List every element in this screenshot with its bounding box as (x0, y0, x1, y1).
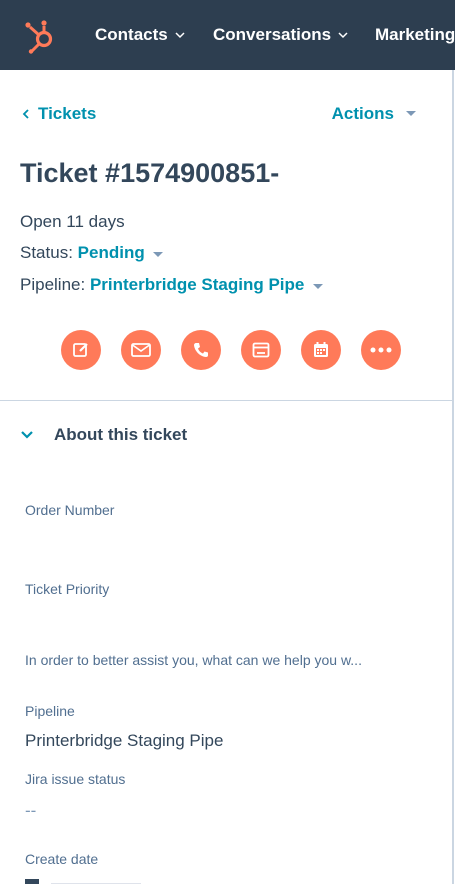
status-dropdown[interactable]: Pending (78, 243, 164, 262)
meeting-button[interactable] (301, 330, 341, 370)
call-button[interactable] (181, 330, 221, 370)
note-edit-icon (73, 343, 88, 357)
chevron-left-icon (22, 109, 29, 119)
nav-contacts-label: Contacts (95, 25, 168, 44)
status-label: Status: (20, 243, 73, 262)
ticket-title: Ticket #1574900851- (20, 158, 280, 188)
description-field-label[interactable]: In order to better assist you, what can … (25, 652, 362, 668)
hubspot-sprocket-icon[interactable] (22, 18, 58, 54)
email-icon (131, 343, 151, 357)
jira-status-value[interactable]: -- (25, 801, 36, 821)
chevron-down-icon (175, 32, 185, 39)
about-section-toggle[interactable]: About this ticket (20, 425, 187, 445)
chevron-down-icon (338, 32, 348, 39)
task-icon (252, 342, 270, 358)
back-to-tickets-link[interactable]: Tickets (22, 104, 96, 124)
caret-down-icon (153, 252, 164, 257)
pipeline-field-label: Pipeline (25, 703, 75, 719)
about-section-title: About this ticket (54, 425, 188, 444)
pipeline-value: Printerbridge Staging Pipe (89, 275, 305, 294)
ticket-open-duration: Open 11 days (20, 212, 125, 231)
caret-down-icon (406, 110, 416, 116)
activity-action-buttons (61, 330, 401, 370)
ticket-status-row: Status: Pending (20, 243, 164, 263)
ticket-priority-label: Ticket Priority (25, 581, 110, 597)
section-divider (0, 400, 452, 401)
order-number-field[interactable] (25, 526, 425, 550)
status-value: Pending (77, 243, 145, 262)
pipeline-field-value[interactable]: Printerbridge Staging Pipe (25, 731, 223, 751)
meeting-calendar-icon (314, 342, 328, 357)
ticket-pipeline-row: Pipeline: Printerbridge Staging Pipe (20, 275, 324, 295)
more-actions-button[interactable] (361, 330, 401, 370)
nav-conversations-label: Conversations (213, 25, 332, 44)
back-link-label: Tickets (38, 104, 97, 123)
nav-contacts[interactable]: Contacts (95, 25, 186, 45)
nav-marketing-label: Marketing (375, 25, 455, 44)
pipeline-label: Pipeline: (20, 275, 86, 294)
ticket-record-sidebar: Tickets Actions Ticket #1574900851- Open… (0, 70, 454, 884)
jira-status-label: Jira issue status (25, 771, 126, 787)
nav-conversations[interactable]: Conversations (213, 25, 349, 45)
chevron-down-icon (21, 431, 33, 439)
actions-dropdown[interactable]: Actions (332, 104, 416, 124)
nav-marketing[interactable]: Marketing (375, 25, 455, 45)
order-number-label: Order Number (25, 502, 115, 518)
task-button[interactable] (241, 330, 281, 370)
note-button[interactable] (61, 330, 101, 370)
actions-label: Actions (331, 104, 394, 123)
create-date-label: Create date (25, 851, 99, 867)
ticket-priority-field[interactable] (25, 605, 425, 629)
phone-icon (194, 343, 208, 357)
create-date-value-partial (25, 876, 145, 884)
more-icon (370, 347, 392, 353)
top-nav-bar: Contacts Conversations Marketing (0, 0, 455, 70)
pipeline-dropdown[interactable]: Printerbridge Staging Pipe (89, 275, 324, 294)
caret-down-icon (313, 284, 324, 289)
email-button[interactable] (121, 330, 161, 370)
